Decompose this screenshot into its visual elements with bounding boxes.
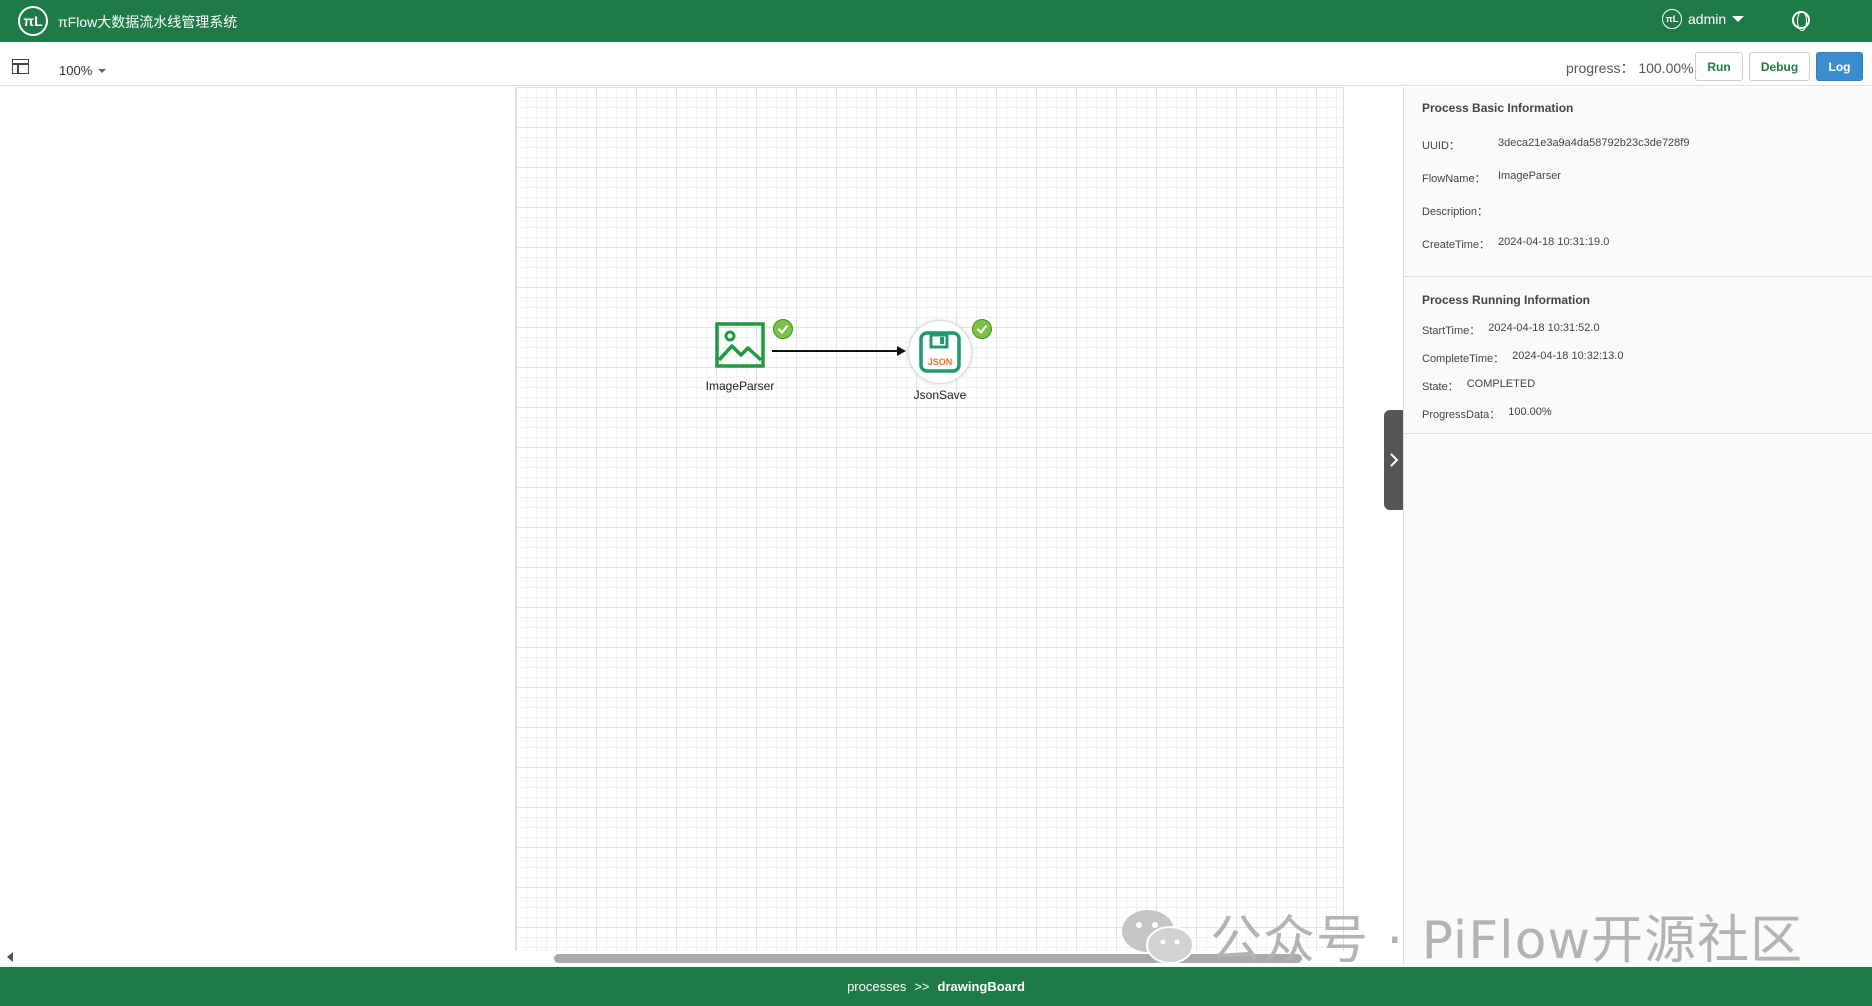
info-key: ProgressData： xyxy=(1422,409,1501,421)
breadcrumb-processes[interactable]: processes xyxy=(847,979,906,994)
info-value: ImageParser xyxy=(1498,170,1561,182)
toolbar: 100% progress： 100.00% Run Debug Log xyxy=(0,45,1872,86)
info-value: COMPLETED xyxy=(1466,378,1536,390)
user-avatar-icon: πL xyxy=(1662,9,1682,29)
flow-node-imageparser[interactable]: ImageParser xyxy=(700,322,780,393)
json-icon-text: JSON xyxy=(928,357,953,367)
info-row-flowname: FlowName： ImageParser xyxy=(1422,170,1854,186)
drawing-board-canvas[interactable] xyxy=(515,87,1344,951)
chevron-down-icon xyxy=(98,68,107,73)
app-logo-icon[interactable]: πL xyxy=(18,6,48,36)
progress-value: 100.00% xyxy=(1638,60,1694,76)
debug-button[interactable]: Debug xyxy=(1749,52,1810,81)
scroll-left-arrow-icon[interactable] xyxy=(7,952,13,962)
info-key: State： xyxy=(1422,381,1459,393)
info-row-createtime: CreateTime： 2024-04-18 10:31:19.0 xyxy=(1422,236,1854,252)
status-check-icon xyxy=(972,319,992,339)
breadcrumb-separator: >> xyxy=(914,979,930,994)
process-info-panel: Process Basic Information UUID： 3deca21e… xyxy=(1403,87,1872,964)
json-save-icon: JSON xyxy=(908,320,972,384)
info-row-completetime: CompleteTime： 2024-04-18 10:32:13.0 xyxy=(1422,350,1854,366)
watermark: 公众号 · PiFlow开源社区 xyxy=(1120,898,1803,973)
progress-indicator: progress： 100.00% xyxy=(1566,60,1694,76)
info-row-state: State： COMPLETED xyxy=(1422,378,1854,394)
info-value: 2024-04-18 10:31:52.0 xyxy=(1488,322,1600,334)
top-header: πL πFlow大数据流水线管理系统 πL admin xyxy=(0,0,1872,42)
info-value: 100.00% xyxy=(1508,406,1552,418)
user-name: admin xyxy=(1688,11,1727,27)
status-check-icon xyxy=(773,319,793,339)
progress-label: progress xyxy=(1566,60,1621,76)
log-button[interactable]: Log xyxy=(1816,52,1863,81)
info-key: FlowName： xyxy=(1422,173,1486,185)
running-info-section: Process Running Information StartTime： 2… xyxy=(1404,277,1872,434)
node-label: JsonSave xyxy=(913,388,967,402)
info-row-uuid: UUID： 3deca21e3a9a4da58792b23c3de728f9 xyxy=(1422,137,1854,153)
flow-node-jsonsave[interactable]: JSON JsonSave xyxy=(900,320,980,402)
info-key: CreateTime： xyxy=(1422,239,1491,251)
user-menu[interactable]: πL admin xyxy=(1662,9,1745,29)
basic-info-section: Process Basic Information UUID： 3deca21e… xyxy=(1404,87,1872,277)
watermark-text: 公众号 · PiFlow开源社区 xyxy=(1210,911,1803,971)
info-row-starttime: StartTime： 2024-04-18 10:31:52.0 xyxy=(1422,322,1854,338)
flow-edge[interactable] xyxy=(772,346,906,356)
language-globe-icon[interactable] xyxy=(1792,11,1810,31)
zoom-select[interactable]: 100% xyxy=(59,63,107,78)
node-label: ImageParser xyxy=(705,379,775,393)
chevron-right-icon xyxy=(1390,453,1399,467)
run-button[interactable]: Run xyxy=(1695,52,1743,81)
info-key: CompleteTime： xyxy=(1422,353,1505,365)
zoom-value: 100% xyxy=(59,63,93,78)
section-title: Process Basic Information xyxy=(1422,101,1574,115)
breadcrumb-drawingboard: drawingBoard xyxy=(937,979,1025,994)
panel-collapse-toggle[interactable] xyxy=(1384,410,1404,510)
chevron-down-icon xyxy=(1732,16,1745,22)
wechat-icon xyxy=(1122,909,1194,964)
info-key: UUID： xyxy=(1422,140,1460,152)
info-key: Description： xyxy=(1422,206,1489,218)
info-value: 2024-04-18 10:32:13.0 xyxy=(1512,350,1624,362)
app-title[interactable]: πFlow大数据流水线管理系统 xyxy=(58,12,237,32)
layout-toggle-icon[interactable] xyxy=(12,59,29,74)
info-value: 2024-04-18 10:31:19.0 xyxy=(1498,236,1610,248)
info-key: StartTime： xyxy=(1422,325,1481,337)
image-icon xyxy=(715,322,765,368)
section-title: Process Running Information xyxy=(1422,293,1591,307)
footer-breadcrumb: processes >> drawingBoard xyxy=(0,967,1872,1006)
info-row-progressdata: ProgressData： 100.00% xyxy=(1422,406,1854,422)
info-value: 3deca21e3a9a4da58792b23c3de728f9 xyxy=(1498,137,1690,149)
info-row-description: Description： xyxy=(1422,203,1854,219)
